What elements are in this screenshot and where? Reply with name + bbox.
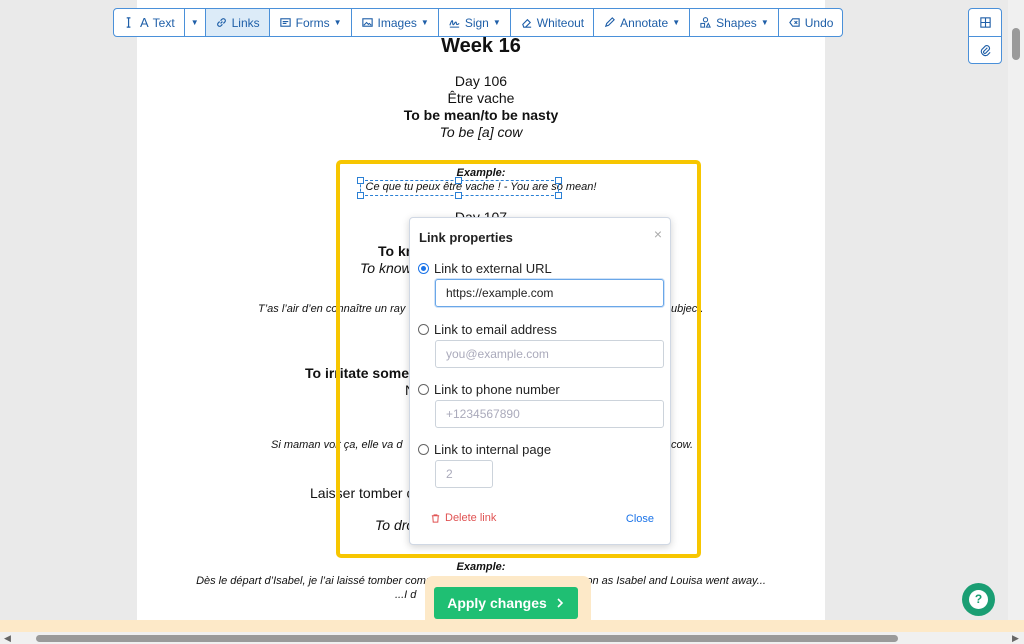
- links-tool-button[interactable]: Links: [205, 9, 270, 36]
- undo-label: Undo: [804, 15, 834, 30]
- whiteout-tool-label: Whiteout: [536, 15, 585, 30]
- radio-phone[interactable]: [418, 384, 429, 395]
- option-phone[interactable]: Link to phone number: [418, 382, 560, 397]
- apply-bar: Apply changes: [425, 576, 591, 624]
- dialog-title: Link properties: [419, 230, 513, 245]
- chevron-down-icon: ▼: [760, 18, 769, 27]
- side-tools: [968, 8, 1002, 64]
- help-icon: ?: [969, 590, 988, 609]
- images-tool-button[interactable]: Images ▼: [352, 9, 439, 36]
- undo-button[interactable]: Undo: [779, 9, 843, 36]
- link-icon: [216, 18, 226, 27]
- close-button[interactable]: Close: [626, 513, 654, 525]
- page-number-field[interactable]: [435, 460, 493, 488]
- links-tool-label: Links: [231, 15, 260, 30]
- text-tool-button[interactable]: A Text: [114, 9, 185, 36]
- chevron-right-icon: [557, 598, 563, 608]
- week-title: Week 16: [441, 35, 521, 57]
- vertical-scroll-thumb[interactable]: [1012, 28, 1020, 60]
- radio-email[interactable]: [418, 324, 429, 335]
- sign-tool-button[interactable]: Sign ▼: [439, 9, 511, 36]
- apply-changes-button[interactable]: Apply changes: [434, 587, 578, 619]
- whiteout-tool-button[interactable]: Whiteout: [511, 9, 595, 36]
- editor-toolbar: A Text ▼ Links Forms ▼ Images ▼ Sign ▼ W…: [113, 8, 844, 37]
- option-external-url[interactable]: Link to external URL: [418, 261, 552, 276]
- apply-changes-label: Apply changes: [447, 595, 547, 611]
- email-label: Link to email address: [434, 322, 557, 337]
- annotate-tool-label: Annotate: [620, 15, 669, 30]
- day-106-literal: To be [a] cow: [439, 124, 523, 140]
- image-icon: [361, 18, 373, 27]
- help-button[interactable]: ?: [962, 583, 995, 616]
- day-106-label: Day 106: [454, 73, 508, 89]
- signature-icon: [449, 20, 460, 28]
- option-internal-page[interactable]: Link to internal page: [418, 442, 551, 457]
- shapes-tool-button[interactable]: Shapes ▼: [690, 9, 779, 36]
- text-tool-dropdown[interactable]: ▼: [185, 9, 206, 36]
- chevron-down-icon: ▼: [190, 18, 199, 27]
- chevron-down-icon: ▼: [492, 18, 501, 27]
- close-icon[interactable]: ×: [654, 226, 662, 242]
- vertical-scrollbar[interactable]: [1008, 0, 1024, 620]
- email-field[interactable]: [435, 340, 664, 368]
- phone-field[interactable]: [435, 400, 664, 428]
- radio-internal-page[interactable]: [418, 444, 429, 455]
- day-109-example-label: Example:: [456, 561, 506, 573]
- chevron-down-icon: ▼: [333, 18, 342, 27]
- delete-link-label: Delete link: [445, 512, 497, 524]
- resize-handle-bm[interactable]: [455, 192, 462, 199]
- radio-external-url[interactable]: [418, 263, 429, 274]
- forms-tool-button[interactable]: Forms ▼: [270, 9, 352, 36]
- resize-handle-br[interactable]: [555, 192, 562, 199]
- chevron-down-icon: ▼: [672, 18, 681, 27]
- undo-icon: [788, 18, 800, 27]
- resize-handle-tl[interactable]: [357, 177, 364, 184]
- horizontal-scroll-thumb[interactable]: [36, 635, 898, 642]
- day-106-french: Être vache: [447, 90, 515, 106]
- resize-handle-tm[interactable]: [455, 177, 462, 184]
- eraser-icon: [521, 18, 531, 28]
- internal-page-label: Link to internal page: [434, 442, 552, 457]
- resize-handle-bl[interactable]: [357, 192, 364, 199]
- scroll-left-icon[interactable]: ◀: [4, 632, 11, 644]
- selected-link-area[interactable]: [357, 177, 562, 199]
- text-cursor-icon: [126, 17, 131, 28]
- resize-handle-tr[interactable]: [555, 177, 562, 184]
- day-109-example-text2: ...I d: [395, 589, 417, 601]
- phone-label: Link to phone number: [434, 382, 560, 397]
- form-icon: [279, 18, 291, 27]
- external-url-label: Link to external URL: [434, 261, 552, 276]
- day-106-english: To be mean/to be nasty: [403, 107, 559, 123]
- sign-tool-label: Sign: [464, 15, 489, 30]
- scroll-right-icon[interactable]: ▶: [1012, 632, 1019, 644]
- option-email[interactable]: Link to email address: [418, 322, 557, 337]
- shapes-icon: [700, 17, 712, 28]
- text-tool-label: Text: [152, 15, 175, 30]
- link-properties-dialog: Link properties × Link to external URL L…: [409, 217, 671, 545]
- images-tool-label: Images: [377, 15, 417, 30]
- text-a-icon: A: [140, 15, 149, 30]
- annotate-tool-button[interactable]: Annotate ▼: [594, 9, 691, 36]
- paperclip-icon: [980, 44, 991, 56]
- horizontal-scrollbar[interactable]: ◀ ▶: [0, 632, 1024, 644]
- pen-icon: [605, 17, 616, 28]
- forms-tool-label: Forms: [295, 15, 330, 30]
- shapes-tool-label: Shapes: [716, 15, 757, 30]
- attachment-button[interactable]: [969, 36, 1001, 63]
- grid-view-button[interactable]: [969, 9, 1001, 36]
- external-url-input[interactable]: [435, 279, 664, 307]
- chevron-down-icon: ▼: [420, 18, 429, 27]
- grid-icon: [979, 17, 991, 28]
- delete-link-button[interactable]: Delete link: [430, 512, 496, 524]
- trash-icon: [431, 513, 440, 523]
